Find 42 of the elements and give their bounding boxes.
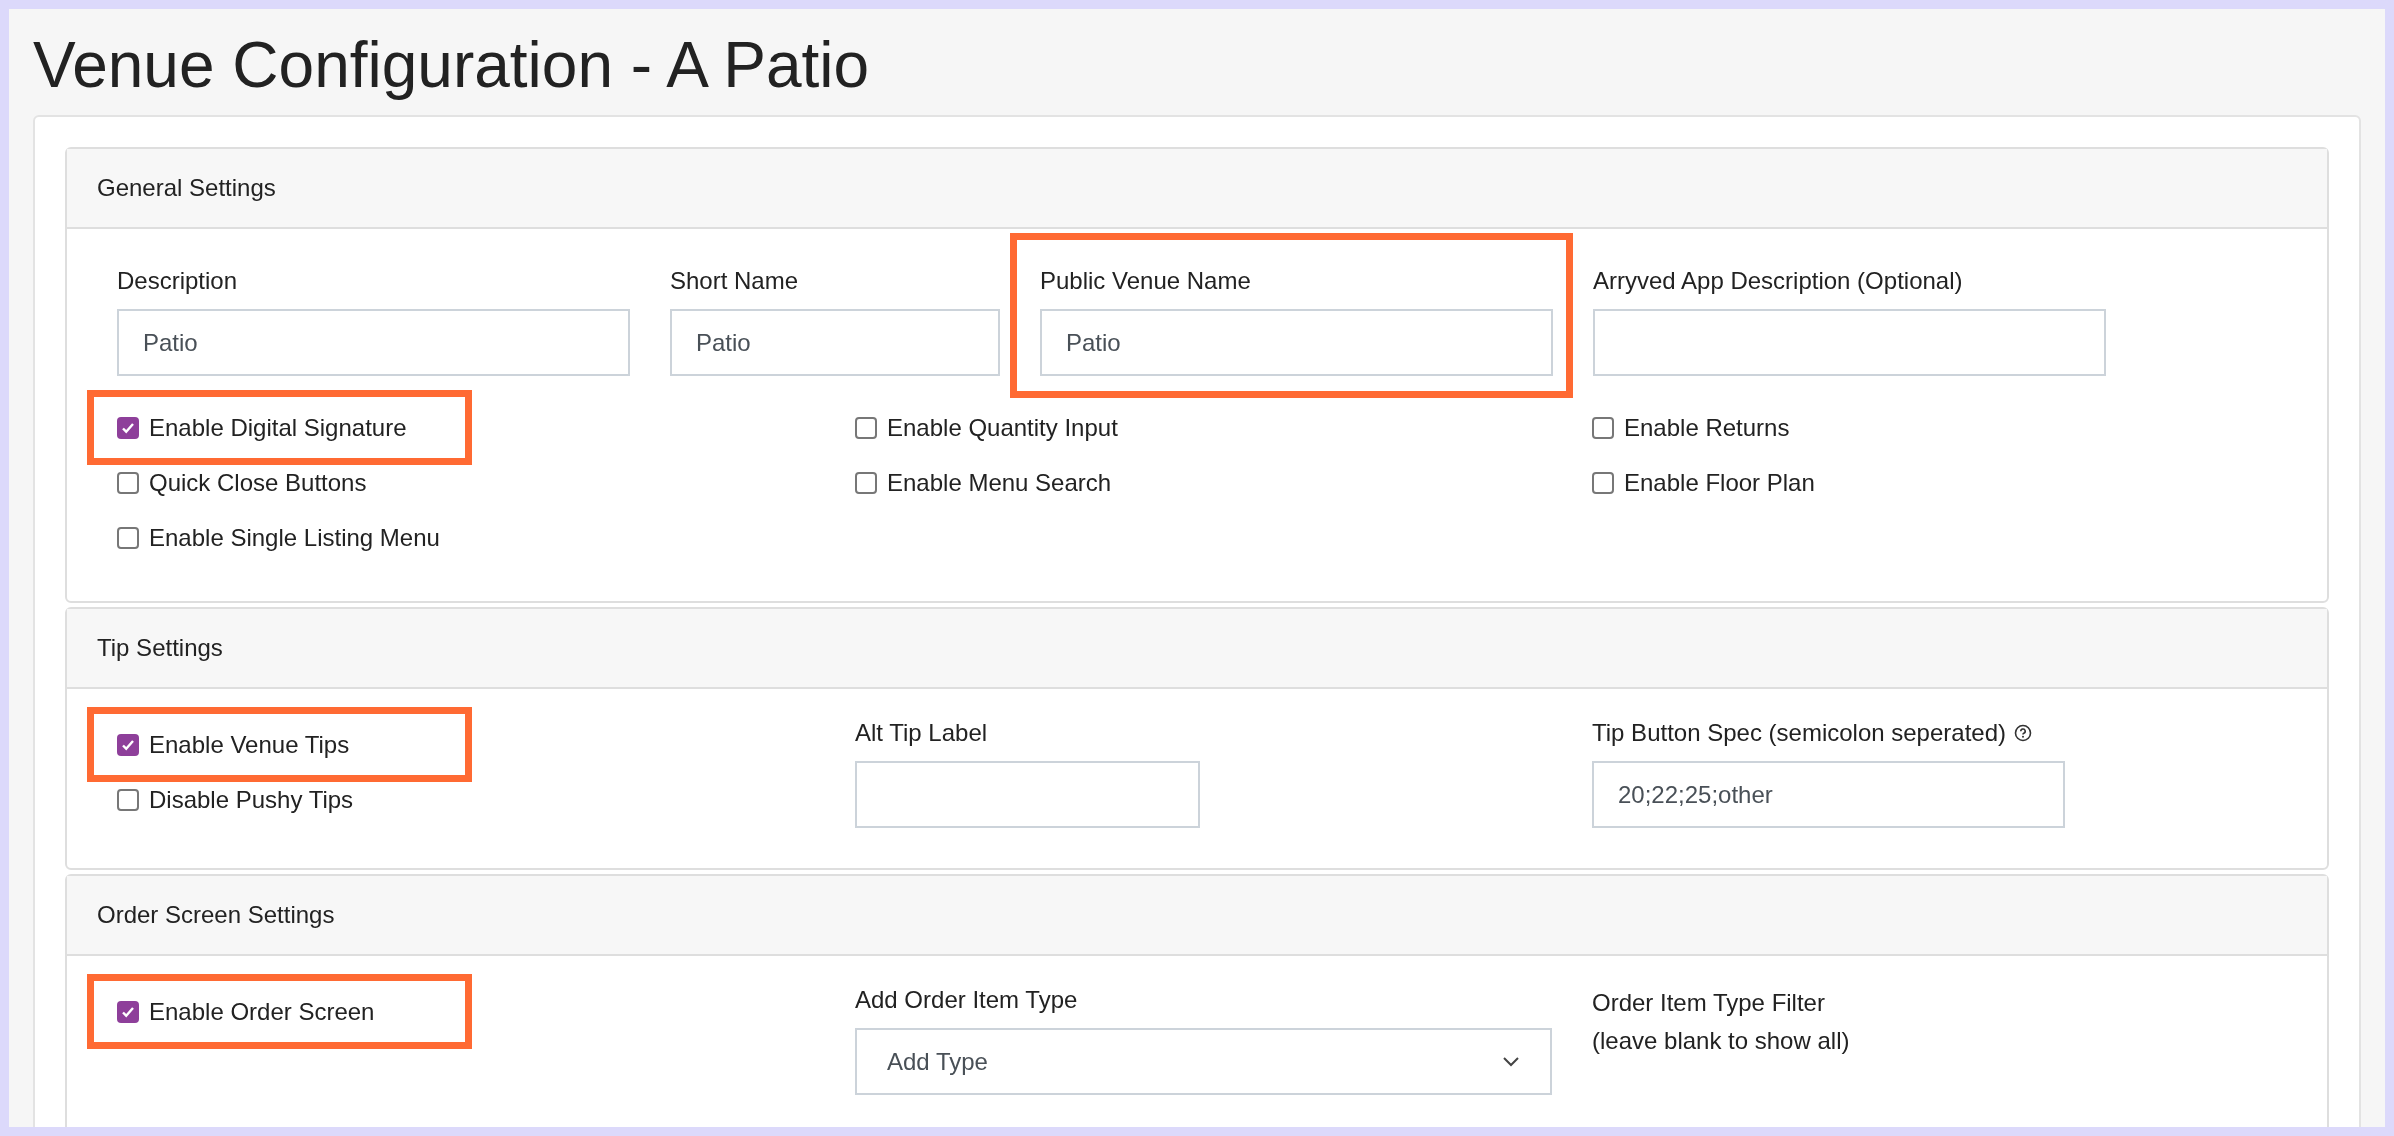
- checkbox[interactable]: [117, 526, 139, 549]
- text-field[interactable]: 20;22;25;other: [1592, 761, 2065, 828]
- text-field[interactable]: [1593, 309, 2106, 376]
- checkbox-label: Enable Single Listing Menu: [149, 522, 440, 553]
- checkbox[interactable]: [117, 788, 139, 811]
- page-title: Venue Configuration - A Patio: [33, 28, 871, 103]
- checkbox[interactable]: [1592, 471, 1614, 494]
- text-field[interactable]: Patio: [117, 309, 630, 376]
- checkbox-label: Enable Order Screen: [149, 996, 375, 1027]
- select-field[interactable]: Add Type: [855, 1028, 1552, 1095]
- checkbox[interactable]: [117, 733, 139, 756]
- checkbox[interactable]: [1592, 416, 1614, 439]
- field-label: Alt Tip Label: [855, 718, 988, 748]
- checkbox-label: Enable Venue Tips: [149, 729, 350, 760]
- field-label: Add Order Item Type: [855, 985, 1078, 1015]
- help-icon[interactable]: [2014, 724, 2032, 742]
- field-label: Arryved App Description (Optional): [1593, 266, 1963, 296]
- text-field[interactable]: Patio: [1040, 309, 1553, 376]
- field-label: Tip Button Spec (semicolon seperated): [1592, 718, 2006, 748]
- checkbox-label: Enable Floor Plan: [1624, 467, 1815, 498]
- field-label: Short Name: [670, 266, 799, 296]
- panel-title: Order Screen Settings: [97, 900, 335, 930]
- panel-title: General Settings: [97, 173, 276, 203]
- field-label: Public Venue Name: [1040, 266, 1251, 296]
- checkbox-label: Enable Returns: [1624, 412, 1790, 443]
- text-field[interactable]: [855, 761, 1200, 828]
- checkbox[interactable]: [117, 471, 139, 494]
- checkbox[interactable]: [855, 471, 877, 494]
- checkbox[interactable]: [117, 416, 139, 439]
- checkbox[interactable]: [117, 1000, 139, 1023]
- field-label: (leave blank to show all): [1592, 1026, 1851, 1056]
- field-label: Description: [117, 266, 238, 296]
- checkbox-label: Enable Digital Signature: [149, 412, 407, 443]
- checkbox-label: Enable Quantity Input: [887, 412, 1118, 443]
- field-label: Order Item Type Filter: [1592, 988, 1826, 1018]
- checkbox-label: Quick Close Buttons: [149, 467, 367, 498]
- panel-title: Tip Settings: [97, 633, 223, 663]
- checkbox[interactable]: [855, 416, 877, 439]
- checkbox-label: Enable Menu Search: [887, 467, 1112, 498]
- chevron-down-icon: [1502, 1055, 1520, 1068]
- text-field[interactable]: Patio: [670, 309, 1000, 376]
- checkbox-label: Disable Pushy Tips: [149, 784, 354, 815]
